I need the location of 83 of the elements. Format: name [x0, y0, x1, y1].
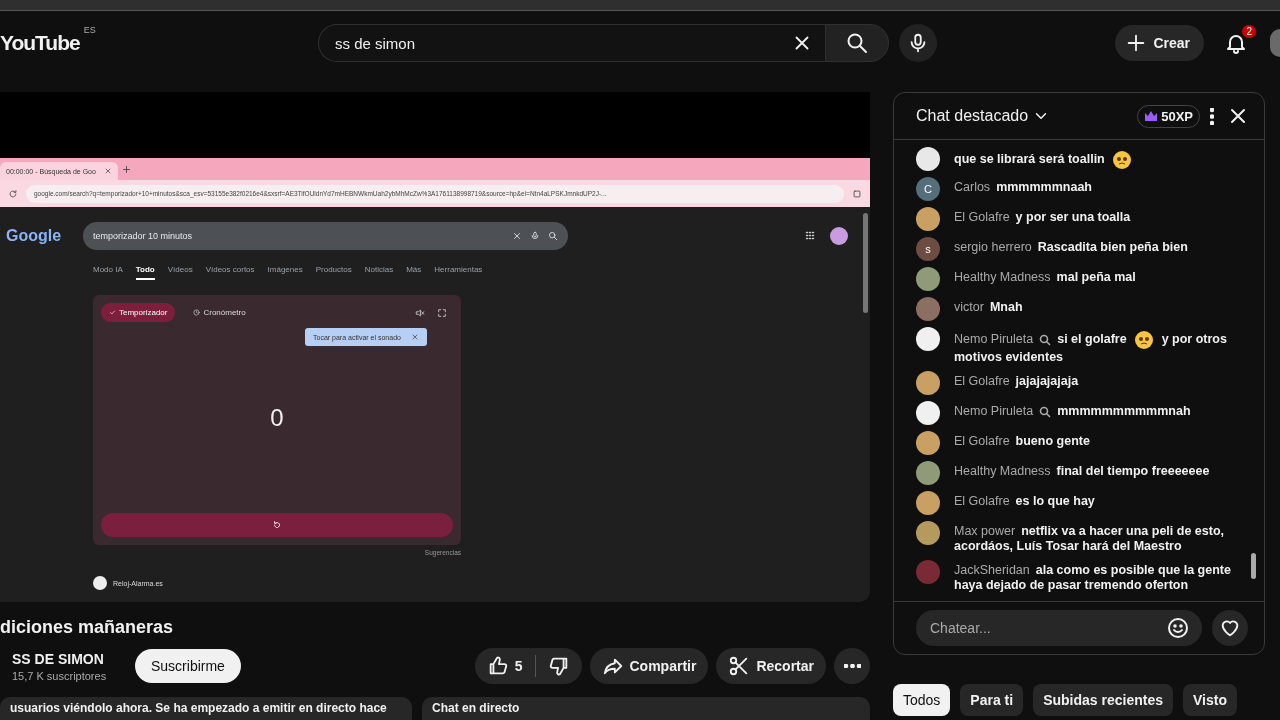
emoji-face-icon	[1134, 330, 1155, 350]
microphone-button[interactable]	[899, 24, 937, 62]
close-icon	[512, 231, 522, 241]
more-vertical-icon	[1210, 107, 1214, 125]
avatar: C	[916, 177, 940, 201]
search-icon	[845, 31, 869, 55]
heart-button[interactable]	[1212, 610, 1248, 646]
microphone-icon	[530, 231, 540, 241]
search-tab[interactable]: Vídeos cortos	[205, 265, 255, 278]
subscriber-count: 15,7 K suscriptores	[12, 669, 108, 682]
chat-message: Carlos mmmmmmnaah	[954, 179, 1093, 195]
search-field[interactable]: temporizador 10 minutos	[83, 222, 568, 250]
account-avatar[interactable]	[1270, 29, 1280, 57]
google-logo[interactable]: Google	[0, 227, 83, 245]
chat-message: El Golafre jajajajajaja	[954, 373, 1080, 389]
filter-chip[interactable]: Todos	[893, 684, 951, 716]
puzzle-icon	[852, 188, 862, 199]
apps-grid-icon	[804, 230, 816, 242]
timer-mode-tab[interactable]: Cronómetro	[185, 303, 254, 322]
plus-icon	[121, 164, 131, 174]
account-avatar[interactable]	[830, 227, 848, 245]
search-tab[interactable]: Productos	[315, 265, 352, 278]
reset-icon	[272, 520, 282, 530]
chat-message: Healthy Madness final del tiempo freeeeeee	[954, 463, 1211, 479]
smiley-icon	[1166, 616, 1190, 640]
scrollbar[interactable]	[863, 213, 868, 313]
fullscreen-icon	[437, 307, 447, 318]
chat-message: El Golafre es lo que hay	[954, 493, 1096, 509]
search-tab[interactable]: Imágenes	[267, 265, 303, 278]
chat-message: sergio herrero Rascadita bien peña bien	[954, 239, 1189, 255]
notification-count: 2	[1242, 25, 1256, 38]
region-label: ES	[83, 25, 96, 35]
filter-chip[interactable]: Para ti	[960, 684, 1024, 716]
chat-message: JackSheridan ala como es posible que la gente haya dejado de pasar tremendo oferton	[954, 562, 1232, 593]
crown-icon	[1144, 110, 1159, 122]
search-tab[interactable]: Todo	[135, 265, 155, 280]
search-icon	[548, 231, 558, 241]
clip-button[interactable]: Recortar	[716, 648, 826, 684]
subscribe-button[interactable]: Suscribirme	[135, 649, 241, 683]
timer-value: 0	[270, 403, 284, 432]
share-button[interactable]: Compartir	[589, 648, 709, 684]
chat-input-bar[interactable]: Chatear...	[916, 610, 1202, 646]
chat-message: El Golafre bueno gente	[954, 433, 1091, 449]
avatar: s	[916, 237, 940, 261]
reload-icon	[8, 188, 18, 199]
more-icon	[843, 664, 861, 668]
chat-message: El Golafre y por ser una toalla	[954, 209, 1132, 225]
emoji-face-icon	[1112, 150, 1133, 170]
chat-message: Healthy Madness mal peña mal	[954, 269, 1137, 285]
chat-mode-dropdown[interactable]: Chat destacado	[916, 107, 1051, 125]
clock-icon	[193, 309, 201, 316]
thumbs-down-icon	[547, 655, 570, 677]
search-button[interactable]	[825, 24, 889, 62]
search-tab[interactable]: Herramientas	[434, 265, 483, 278]
check-icon	[109, 309, 116, 316]
search-tab[interactable]: Modo IA	[93, 265, 123, 278]
chat-message: Max power netflix va a hacer una peli de esto, acordáos, Luís Tosar hará del Maestro	[954, 523, 1225, 554]
live-chat-box[interactable]: Chat en directo	[422, 697, 870, 720]
chat-message: Nemo Piruleta si el golafre y por otros motivos evidentes	[954, 329, 1228, 365]
filter-chip[interactable]: Visto	[1183, 684, 1237, 716]
video-player[interactable]	[0, 92, 870, 602]
close-icon	[103, 167, 112, 175]
search-tab[interactable]: Más	[406, 265, 422, 278]
description-box[interactable]: usuarios viéndolo ahora. Se ha empezado a emitir en directo hace	[0, 697, 412, 720]
chat-message: Nemo Piruleta mmmmmmmmmmnah	[954, 403, 1192, 419]
youtube-logo[interactable]: YouTube	[0, 31, 80, 55]
speaker-muted-icon	[415, 307, 425, 318]
close-icon	[410, 333, 419, 341]
chat-message: victor Mnah	[954, 299, 1024, 315]
timer-mode-tab[interactable]: Temporizador	[101, 303, 176, 322]
chat-input[interactable]: Chatear...	[928, 609, 1166, 647]
chat-message: que se librará será toallin	[954, 147, 1240, 170]
search-tab[interactable]: Vídeos	[167, 265, 193, 278]
channel-name[interactable]: SS DE SIMON	[12, 650, 135, 667]
search-tab[interactable]: Noticias	[364, 265, 394, 278]
heart-icon	[1219, 617, 1241, 639]
scrollbar[interactable]	[1251, 553, 1256, 579]
create-button[interactable]: Crear	[1115, 25, 1204, 61]
more-button[interactable]	[1208, 105, 1216, 127]
video-title: diciones mañaneras	[0, 617, 175, 638]
more-button[interactable]	[834, 648, 870, 684]
site-icon	[93, 576, 107, 590]
filter-chip[interactable]: Subidas recientes	[1033, 684, 1173, 716]
